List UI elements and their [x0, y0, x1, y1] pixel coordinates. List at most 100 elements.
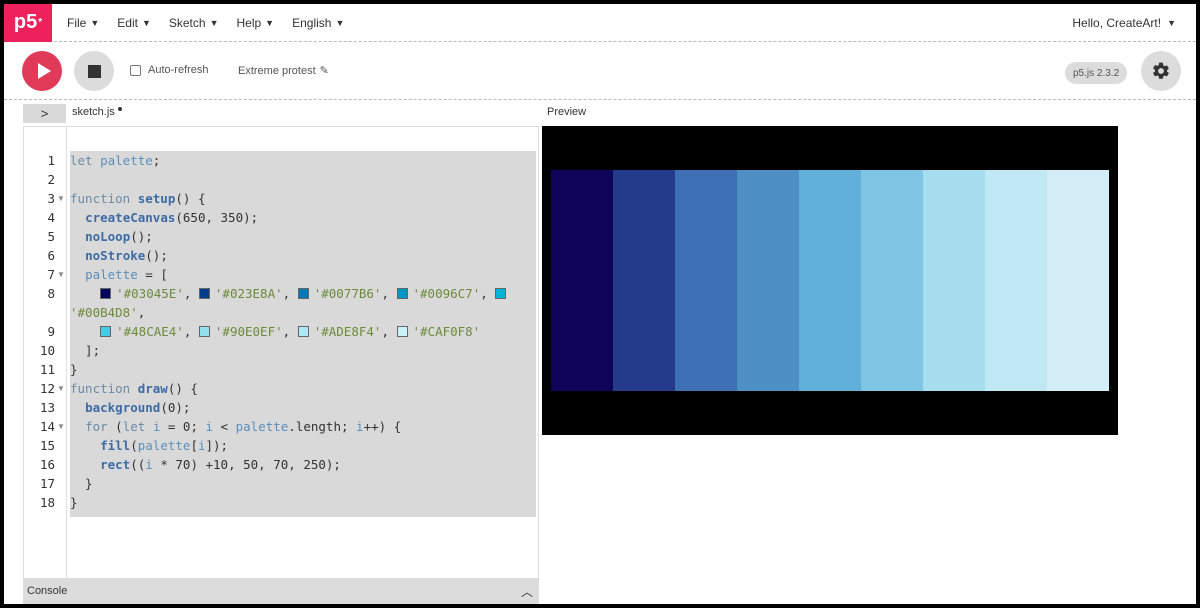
sidebar-collapsed [4, 100, 23, 604]
palette-rect [923, 170, 985, 391]
unsaved-indicator [117, 107, 122, 111]
fold-arrow-icon[interactable]: ▼ [57, 417, 65, 436]
code-token: i [205, 419, 214, 434]
fold-arrow-icon[interactable]: ▼ [57, 265, 65, 284]
code-token: = [ [137, 267, 168, 282]
code-token: (); [130, 229, 153, 244]
code-line: rect((i * 70) +10, 50, 70, 250); [70, 455, 341, 474]
code-token: rect [100, 457, 131, 472]
menu-edit[interactable]: Edit ▼ [117, 16, 151, 30]
line-number: 12 [39, 381, 55, 396]
code-token: '#00B4D8' [70, 305, 138, 320]
palette-rect [613, 170, 675, 391]
toolbar: Auto-refresh Extreme protest ✎ p5.js 2.3… [4, 42, 1196, 100]
version-badge[interactable]: p5.js 2.3.2 [1065, 62, 1128, 84]
sidebar-expand-button[interactable]: > [23, 104, 66, 123]
file-tab-sketch[interactable]: sketch.js [72, 106, 122, 118]
code-line: noLoop(); [70, 227, 153, 246]
user-menu[interactable]: Hello, CreateArt! ▼ [1072, 4, 1176, 42]
color-swatch[interactable] [297, 326, 309, 337]
code-line: '#48CAE4', '#90E0EF', '#ADE8F4', '#CAF0F… [70, 322, 480, 341]
code-token: ( [115, 419, 123, 434]
settings-button[interactable] [1141, 51, 1181, 91]
palette-rect [551, 170, 613, 391]
code-token: let [122, 419, 153, 434]
chevron-up-icon[interactable]: ︿ [521, 583, 533, 600]
fold-arrow-icon[interactable]: ▼ [57, 189, 65, 208]
line-number: 14 [39, 419, 55, 434]
code-editor[interactable]: 1 2 3 ▼ 4 5 6 7 ▼ 8 9 10 11 12 ▼ 13 14 ▼ 15 16 17 18 let pale… [23, 126, 539, 579]
auto-refresh-toggle[interactable]: Auto-refresh [130, 64, 209, 76]
line-number: 18 [39, 495, 55, 510]
code-token: (); [145, 248, 168, 263]
code-token: palette [85, 267, 138, 282]
app-window: p5 * File ▼ Edit ▼ Sketch ▼ Help ▼ English ▼ H… [4, 4, 1196, 604]
color-swatch[interactable] [198, 288, 210, 299]
code-line: noStroke(); [70, 246, 168, 265]
line-number: 16 [39, 457, 55, 472]
menu-help[interactable]: Help ▼ [236, 16, 274, 30]
sketch-name[interactable]: Extreme protest ✎ [238, 64, 329, 78]
color-swatch[interactable] [396, 326, 408, 337]
line-number: 8 [47, 286, 55, 301]
preview-canvas[interactable] [542, 126, 1118, 435]
code-token: i [145, 457, 153, 472]
code-line: ]; [70, 341, 100, 360]
menu-file[interactable]: File ▼ [67, 16, 99, 30]
code-token: , [137, 305, 146, 320]
code-token: * 70) +10, 50, 70, 250); [152, 457, 341, 472]
auto-refresh-checkbox[interactable] [130, 64, 141, 76]
code-token: function [70, 381, 138, 396]
palette-rect [737, 170, 799, 391]
console-bar[interactable]: Console ︿ [23, 578, 539, 604]
code-token: ++) { [363, 419, 402, 434]
palette-rect [799, 170, 861, 391]
line-number: 3 [47, 191, 55, 206]
palette-rect [1047, 170, 1109, 391]
code-line: for (let i = 0; i < palette.length; i++)… [70, 417, 401, 436]
code-token: (0); [160, 400, 191, 415]
code-token: createCanvas [85, 210, 176, 225]
caret-down-icon: ▼ [1167, 18, 1176, 28]
code-line: function setup() { [70, 189, 205, 208]
play-button[interactable] [22, 51, 62, 91]
code-token: '#48CAE4' [116, 324, 184, 339]
code-token: setup [137, 191, 176, 206]
line-number: 17 [39, 476, 55, 491]
code-token: draw [137, 381, 168, 396]
color-swatch[interactable] [100, 288, 112, 299]
pencil-icon[interactable]: ✎ [320, 64, 329, 77]
color-swatch[interactable] [495, 288, 507, 299]
color-swatch[interactable] [297, 288, 309, 299]
fold-arrow-icon[interactable]: ▼ [57, 379, 65, 398]
p5-logo[interactable]: p5 * [4, 4, 52, 42]
color-swatch[interactable] [198, 326, 210, 337]
code-line: } [70, 474, 93, 493]
caret-down-icon: ▼ [90, 17, 100, 28]
code-token: < [213, 419, 236, 434]
caret-down-icon: ▼ [141, 17, 151, 28]
code-line: createCanvas(650, 350); [70, 208, 258, 227]
code-line: '#00B4D8', [70, 303, 145, 322]
code-token: , [480, 286, 496, 301]
code-token: ( [130, 438, 138, 453]
code-token: ]); [205, 438, 229, 453]
code-line: background(0); [70, 398, 190, 417]
code-token: fill [100, 438, 131, 453]
color-swatch[interactable] [396, 288, 408, 299]
menu-language[interactable]: English ▼ [292, 16, 344, 30]
menu-sketch[interactable]: Sketch ▼ [169, 16, 219, 30]
color-swatch[interactable] [100, 326, 112, 337]
code-token: i [356, 419, 364, 434]
stop-button[interactable] [74, 51, 114, 91]
code-token: palette [137, 438, 191, 453]
code-token: '#023E8A' [214, 286, 283, 301]
line-number: 7 [47, 267, 55, 282]
code-token: } [70, 495, 78, 510]
code-token: (( [130, 457, 146, 472]
code-token: let [70, 153, 101, 168]
